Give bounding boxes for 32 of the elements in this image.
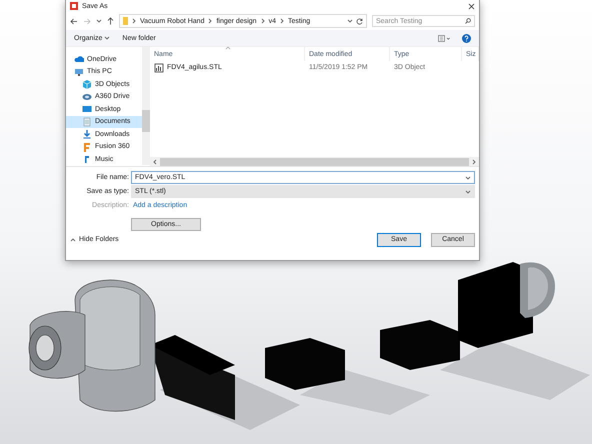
caret-down-icon [465, 174, 471, 180]
caret-down-icon [96, 18, 102, 24]
chevron-right-icon [207, 18, 214, 24]
caret-down-icon [465, 188, 471, 194]
up-arrow-icon[interactable] [107, 17, 114, 25]
close-icon[interactable] [468, 2, 475, 10]
cube-icon [82, 79, 92, 90]
letter-f-icon [82, 142, 92, 152]
back-arrow-icon[interactable] [70, 18, 78, 24]
chevron-left-icon [152, 158, 158, 164]
desktop-icon [82, 104, 92, 114]
download-icon [82, 129, 92, 140]
caret-down-icon [104, 35, 110, 41]
chevron-right-icon [278, 18, 285, 24]
search-icon [465, 18, 471, 24]
scrollbar[interactable] [150, 157, 479, 166]
chart-file-icon [154, 62, 164, 72]
view-options-icon[interactable] [438, 34, 450, 42]
refresh-icon[interactable] [356, 18, 363, 24]
drive-icon [82, 92, 92, 102]
chevron-right-icon [131, 18, 137, 24]
document-icon [82, 116, 92, 127]
chevron-right-icon [471, 158, 477, 164]
computer-icon [74, 66, 84, 77]
chevron-right-icon [260, 18, 266, 24]
cloud-icon [74, 54, 84, 64]
caret-up-icon [70, 236, 76, 242]
help-icon[interactable] [462, 34, 471, 42]
folder-icon [123, 17, 128, 25]
scrollbar[interactable] [142, 47, 150, 165]
caret-down-icon [347, 18, 353, 24]
sort-caret-icon [225, 46, 231, 50]
